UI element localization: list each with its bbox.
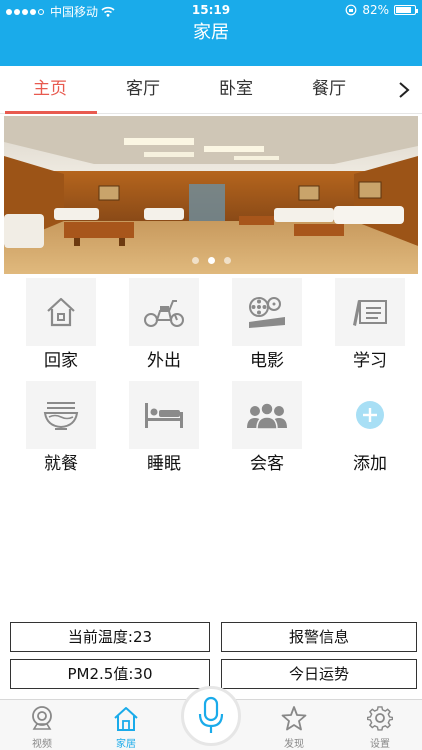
nav-home[interactable]: 家居 <box>84 700 168 750</box>
nav-label: 设置 <box>370 739 390 750</box>
temperature-display[interactable]: 当前温度:23 <box>10 622 210 652</box>
nav-label: 家居 <box>116 739 136 750</box>
battery-percent: 82% <box>362 3 389 17</box>
scene-label: 添加 <box>353 454 387 474</box>
guests-icon <box>247 402 287 430</box>
tab-home[interactable]: 主页 <box>2 66 98 114</box>
scene-label: 电影 <box>250 351 284 371</box>
tab-indicator <box>5 111 97 114</box>
voice-mic-button[interactable] <box>181 686 241 746</box>
carousel-pager <box>4 257 418 264</box>
battery-icon <box>394 5 418 15</box>
tab-dining-room[interactable]: 餐厅 <box>281 66 377 114</box>
alarm-info-button[interactable]: 报警信息 <box>221 622 417 652</box>
nav-settings[interactable]: 设置 <box>338 700 422 750</box>
nav-label: 发现 <box>284 739 304 750</box>
gear-icon <box>367 706 393 731</box>
noodle-bowl-icon <box>43 402 79 430</box>
scene-sleep[interactable]: 睡眠 <box>114 381 214 481</box>
pm25-display[interactable]: PM2.5值:30 <box>10 659 210 689</box>
pager-dot-active[interactable] <box>207 257 215 264</box>
tab-bedroom[interactable]: 卧室 <box>188 66 284 114</box>
house-icon <box>114 707 138 731</box>
writing-icon <box>353 300 387 326</box>
scene-label: 外出 <box>147 351 181 371</box>
scene-dining[interactable]: 就餐 <box>11 381 111 481</box>
tab-living-room[interactable]: 客厅 <box>95 66 191 114</box>
rotation-lock-icon <box>345 4 357 16</box>
scooter-icon <box>144 300 184 327</box>
camera-icon <box>32 706 52 730</box>
bed-icon <box>145 403 183 428</box>
scene-add[interactable]: 添加 <box>320 381 420 481</box>
chevron-right-icon[interactable] <box>392 66 416 114</box>
pager-dot[interactable] <box>223 257 231 264</box>
scene-label: 学习 <box>353 351 387 371</box>
add-icon <box>356 401 384 429</box>
pager-dot[interactable] <box>191 257 199 264</box>
scene-label: 会客 <box>250 454 284 474</box>
scene-movie[interactable]: 电影 <box>217 278 317 378</box>
home-icon <box>47 297 75 327</box>
page-title: 家居 <box>193 22 229 43</box>
nav-video[interactable]: 视频 <box>0 700 84 750</box>
banner-carousel[interactable] <box>4 116 418 274</box>
status-bar: 中国移动 15:19 82% <box>0 0 422 22</box>
star-icon <box>281 706 307 731</box>
scene-go-out[interactable]: 外出 <box>114 278 214 378</box>
film-reel-icon <box>249 297 285 328</box>
scene-label: 睡眠 <box>147 454 181 474</box>
scene-label: 就餐 <box>44 454 78 474</box>
app-header: 中国移动 15:19 82% 家居 <box>0 0 422 66</box>
nav-discover[interactable]: 发现 <box>252 700 336 750</box>
scene-label: 回家 <box>44 351 78 371</box>
scene-study[interactable]: 学习 <box>320 278 420 378</box>
microphone-icon <box>198 696 224 733</box>
daily-fortune-button[interactable]: 今日运势 <box>221 659 417 689</box>
lobby-image <box>4 116 418 274</box>
nav-label: 视频 <box>32 739 52 750</box>
room-tabs: 主页 客厅 卧室 餐厅 <box>0 66 422 114</box>
scene-go-home[interactable]: 回家 <box>11 278 111 378</box>
scene-guests[interactable]: 会客 <box>217 381 317 481</box>
